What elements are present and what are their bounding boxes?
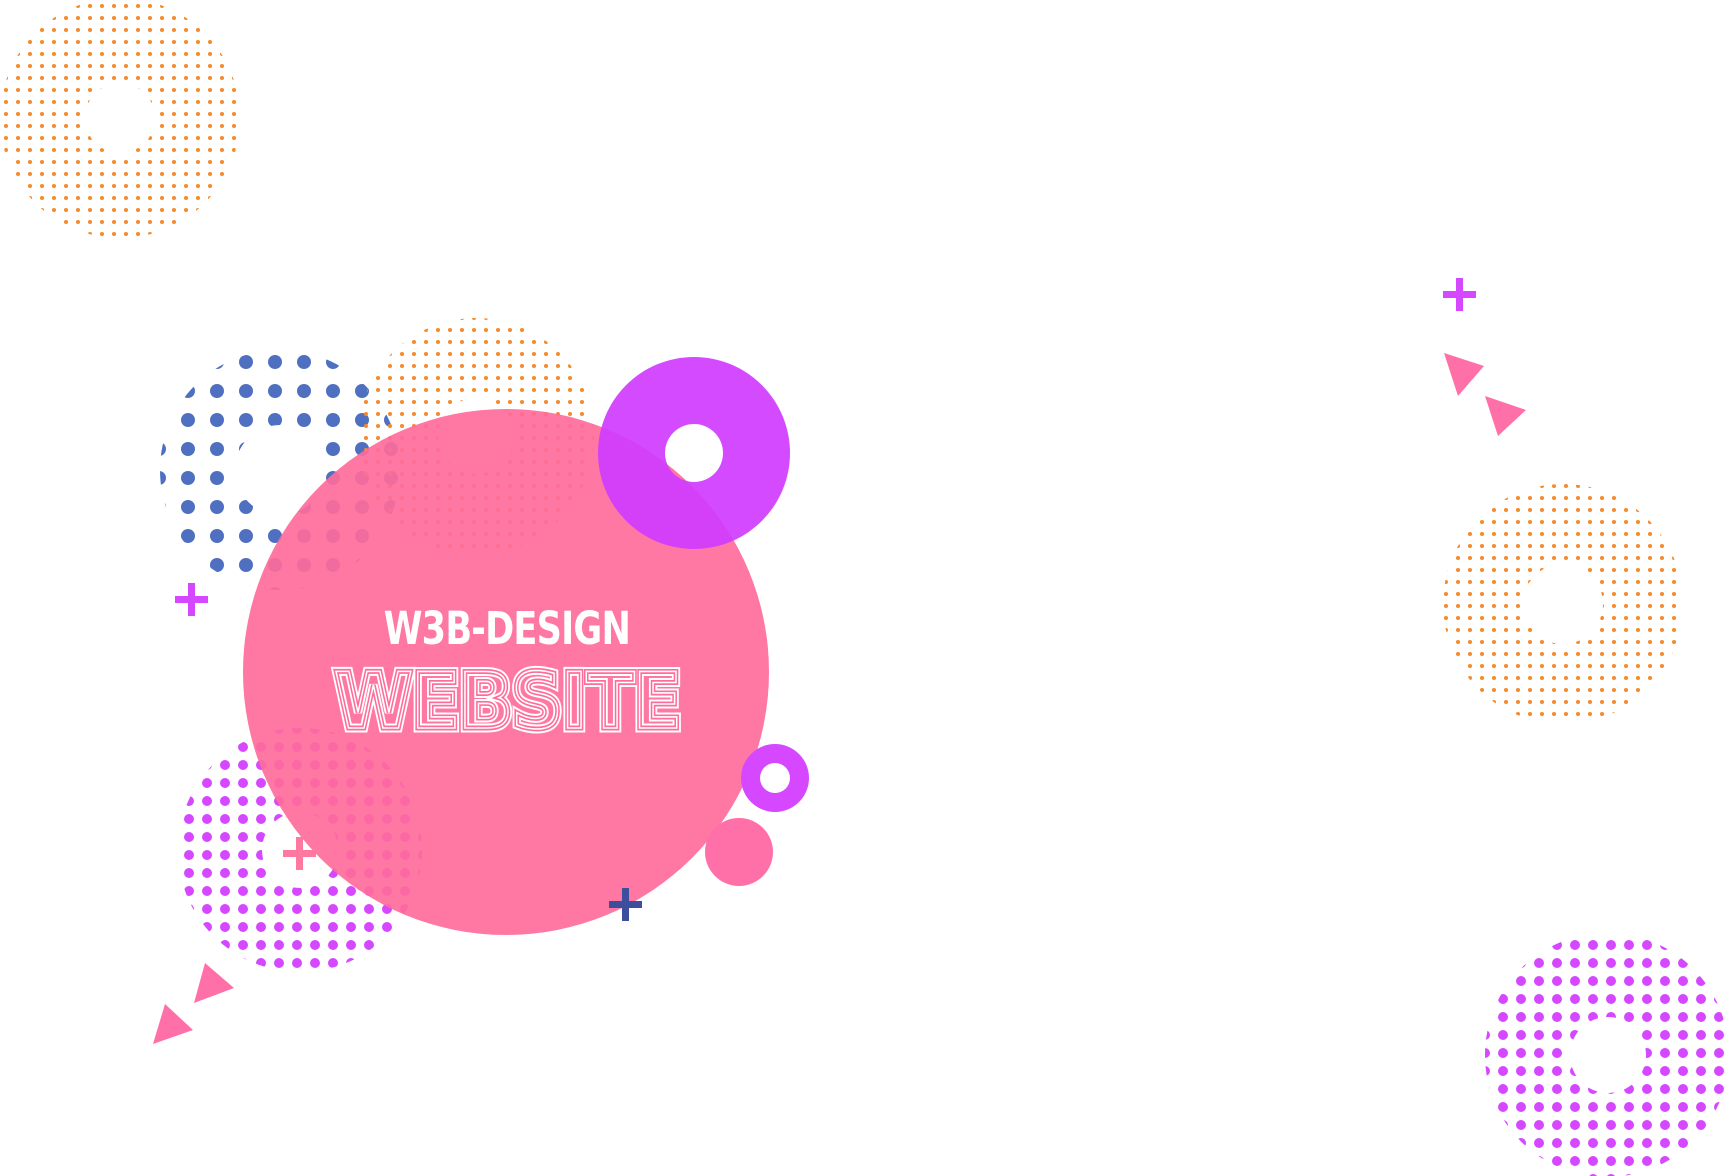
dotted-ring-icon xyxy=(0,0,240,238)
dotted-ring-icon xyxy=(1485,933,1729,1176)
triangle-icon xyxy=(1485,396,1526,436)
ring-icon xyxy=(741,744,809,812)
plus-icon xyxy=(1443,278,1476,311)
triangle-icon xyxy=(194,963,234,1003)
headline-group: WEBSITE WEBSITE WEBSITE xyxy=(330,651,687,751)
headline-outline-inner: WEBSITE xyxy=(334,655,680,747)
ring-icon xyxy=(598,357,790,549)
triangle-icon xyxy=(153,1004,193,1044)
plus-icon xyxy=(175,583,208,616)
triangle-icon xyxy=(1444,353,1484,396)
circle-icon xyxy=(705,818,773,886)
dotted-ring-icon xyxy=(1443,484,1683,724)
scene-canvas: WEBSITE WEBSITE WEBSITE xyxy=(0,0,1729,1176)
decorative-banner: WEBSITE WEBSITE WEBSITE W3B-DESIGN xyxy=(0,0,1729,1176)
